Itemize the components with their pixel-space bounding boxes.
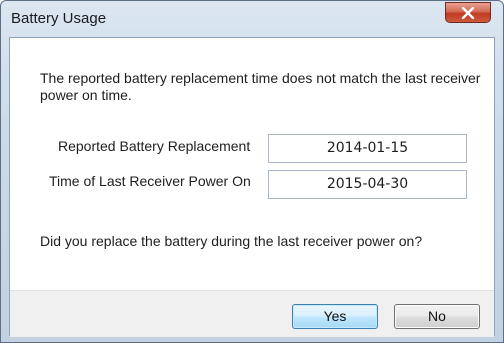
last-receiver-power-on-label: Time of Last Receiver Power On: [49, 173, 251, 189]
reported-battery-replacement-field[interactable]: 2014-01-15: [268, 134, 467, 163]
no-button[interactable]: No: [394, 304, 480, 329]
title-bar[interactable]: Battery Usage: [1, 1, 503, 37]
window-title: Battery Usage: [11, 10, 107, 27]
last-receiver-power-on-field[interactable]: 2015-04-30: [268, 170, 467, 199]
dialog-body: The reported battery replacement time do…: [9, 37, 495, 337]
close-button[interactable]: [445, 2, 491, 23]
button-bar: Yes No: [10, 290, 494, 337]
mismatch-message: The reported battery replacement time do…: [40, 70, 481, 103]
reported-battery-replacement-label: Reported Battery Replacement: [58, 138, 251, 154]
close-icon: [461, 6, 475, 19]
replace-battery-question: Did you replace the battery during the l…: [40, 233, 423, 249]
yes-button[interactable]: Yes: [292, 304, 378, 329]
dialog-window: Battery Usage The reported battery repla…: [0, 0, 504, 343]
